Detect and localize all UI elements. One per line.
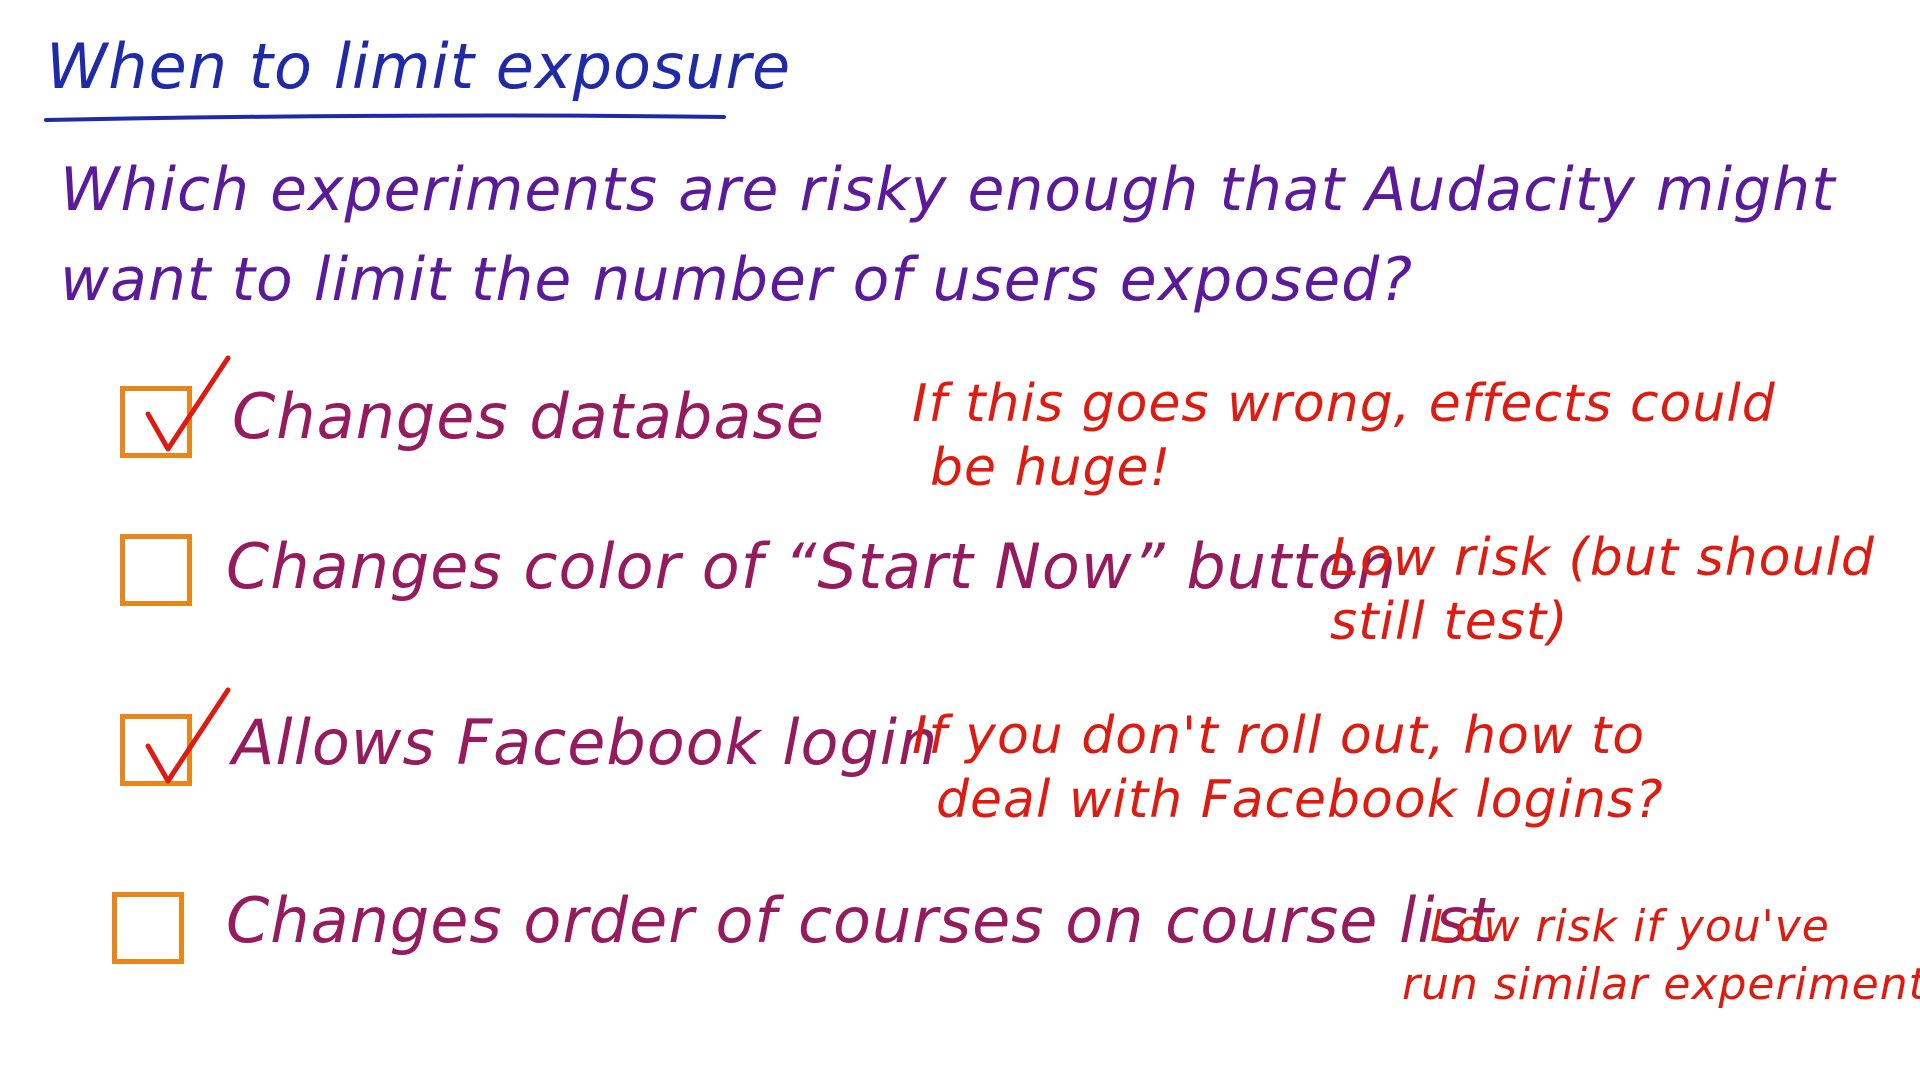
- note-changes-order: Low risk if you've run similar experimen…: [1402, 898, 1920, 1014]
- question-line-2: want to limit the number of users expose…: [60, 245, 1414, 315]
- checkbox-changes-color[interactable]: [120, 534, 192, 606]
- note-line-2: still test): [1330, 592, 1569, 652]
- question-line-1: Which experiments are risky enough that …: [60, 155, 1836, 225]
- note-line-1: Low risk if you've: [1430, 901, 1830, 952]
- note-allows-facebook-login: If you don't roll out, how to deal with …: [912, 704, 1664, 832]
- question-text: Which experiments are risky enough that …: [60, 145, 1836, 325]
- option-label-allows-facebook-login: Allows Facebook login: [232, 706, 939, 779]
- checkbox-changes-order[interactable]: [112, 892, 184, 964]
- page-title: When to limit exposure: [46, 30, 792, 103]
- note-line-1: If this goes wrong, effects could: [912, 374, 1776, 434]
- option-label-changes-database: Changes database: [232, 380, 825, 453]
- option-label-changes-color: Changes color of “Start Now” button: [226, 530, 1397, 603]
- note-line-2: be huge!: [930, 438, 1172, 498]
- note-line-2: deal with Facebook logins?: [936, 770, 1664, 830]
- note-changes-database: If this goes wrong, effects could be hug…: [912, 372, 1776, 500]
- whiteboard: When to limit exposure Which experiments…: [0, 0, 1920, 1080]
- note-changes-color: Low risk (but should still test): [1330, 526, 1875, 654]
- note-line-1: If you don't roll out, how to: [912, 706, 1646, 766]
- note-line-2: run similar experiments: [1402, 959, 1920, 1010]
- option-label-changes-order: Changes order of courses on course list: [226, 884, 1495, 957]
- title-underline: [44, 113, 726, 122]
- note-line-1: Low risk (but should: [1330, 528, 1875, 588]
